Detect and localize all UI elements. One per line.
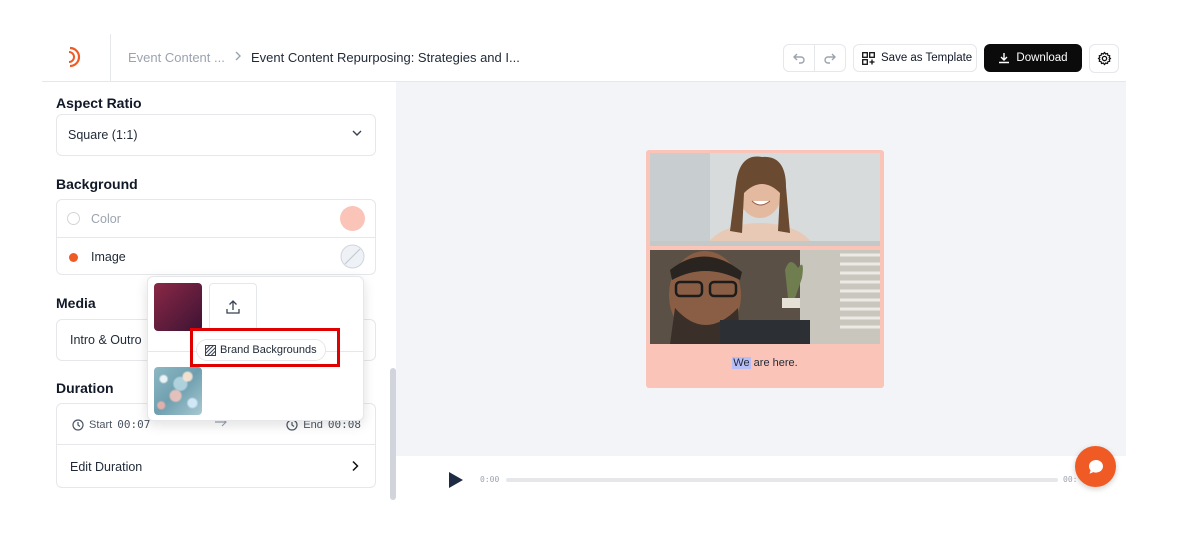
upload-icon (226, 300, 240, 314)
upload-background-button[interactable] (209, 283, 257, 331)
undo-icon (793, 53, 805, 64)
brand-background-thumbnail[interactable] (154, 367, 202, 415)
radio-image[interactable] (67, 251, 80, 264)
redo-button[interactable] (814, 45, 845, 71)
header-divider (110, 34, 111, 82)
app-logo-icon[interactable] (64, 45, 86, 69)
chat-bubble-icon (1088, 459, 1103, 474)
start-value: 00:07 (117, 418, 151, 431)
gear-icon (1097, 51, 1111, 66)
speaker-video-bottom (650, 250, 880, 344)
video-card[interactable]: We are here. (646, 150, 884, 388)
play-icon[interactable] (448, 471, 464, 489)
media-value: Intro & Outro (70, 333, 142, 347)
duration-start[interactable]: Start 00:07 (72, 418, 150, 431)
download-icon (999, 53, 1010, 64)
duration-title: Duration (56, 380, 114, 396)
background-options: Color Image (56, 199, 376, 275)
background-option-label: Color (91, 211, 121, 226)
save-as-template-label: Save as Template (881, 52, 973, 64)
breadcrumb-parent[interactable]: Event Content ... (128, 50, 225, 65)
color-swatch[interactable] (340, 206, 365, 231)
chevron-down-icon (352, 130, 362, 136)
save-as-template-button[interactable]: Save as Template (853, 44, 977, 72)
background-option-color[interactable]: Color (57, 200, 375, 238)
redo-icon (824, 53, 837, 64)
chevron-right-icon (352, 460, 359, 472)
background-option-image[interactable]: Image (57, 238, 375, 276)
aspect-ratio-title: Aspect Ratio (56, 95, 142, 111)
settings-button[interactable] (1089, 44, 1119, 73)
media-title: Media (56, 295, 96, 311)
speaker-video-top (650, 153, 880, 246)
top-header: Event Content ... Event Content Repurpos… (42, 34, 1126, 82)
undo-redo-group (783, 44, 846, 72)
playback-bar: 0:00 00: (396, 456, 1126, 500)
app-root: Event Content ... Event Content Repurpos… (0, 0, 1200, 552)
background-title: Background (56, 176, 138, 192)
background-thumbnail-gradient[interactable] (154, 283, 202, 331)
undo-button[interactable] (784, 45, 814, 71)
breadcrumb-current: Event Content Repurposing: Strategies an… (251, 50, 520, 65)
aspect-ratio-value: Square (1:1) (68, 128, 138, 142)
chat-support-button[interactable] (1075, 446, 1116, 487)
annotation-highlight-box (190, 328, 340, 367)
edit-duration-label: Edit Duration (70, 460, 143, 474)
no-image-swatch-icon[interactable] (340, 244, 365, 269)
subtitle-caption[interactable]: We are here. (646, 357, 884, 369)
background-option-label: Image (91, 250, 126, 264)
current-time: 0:00 (480, 475, 500, 484)
template-grid-icon (862, 51, 875, 65)
breadcrumb-chevron-icon (234, 50, 242, 65)
caption-text: are here. (750, 357, 798, 369)
edit-duration-button[interactable]: Edit Duration (57, 446, 375, 488)
download-label: Download (1016, 52, 1068, 64)
caption-highlight-word: We (732, 357, 751, 369)
video-preview-area: We are here. (396, 82, 1126, 456)
clock-icon (72, 418, 84, 431)
aspect-ratio-select[interactable]: Square (1:1) (56, 114, 376, 156)
radio-color[interactable] (67, 212, 80, 225)
start-label: Start (89, 418, 113, 431)
end-time: 00: (1063, 475, 1078, 484)
timeline-track[interactable] (506, 478, 1058, 482)
download-button[interactable]: Download (984, 44, 1082, 72)
